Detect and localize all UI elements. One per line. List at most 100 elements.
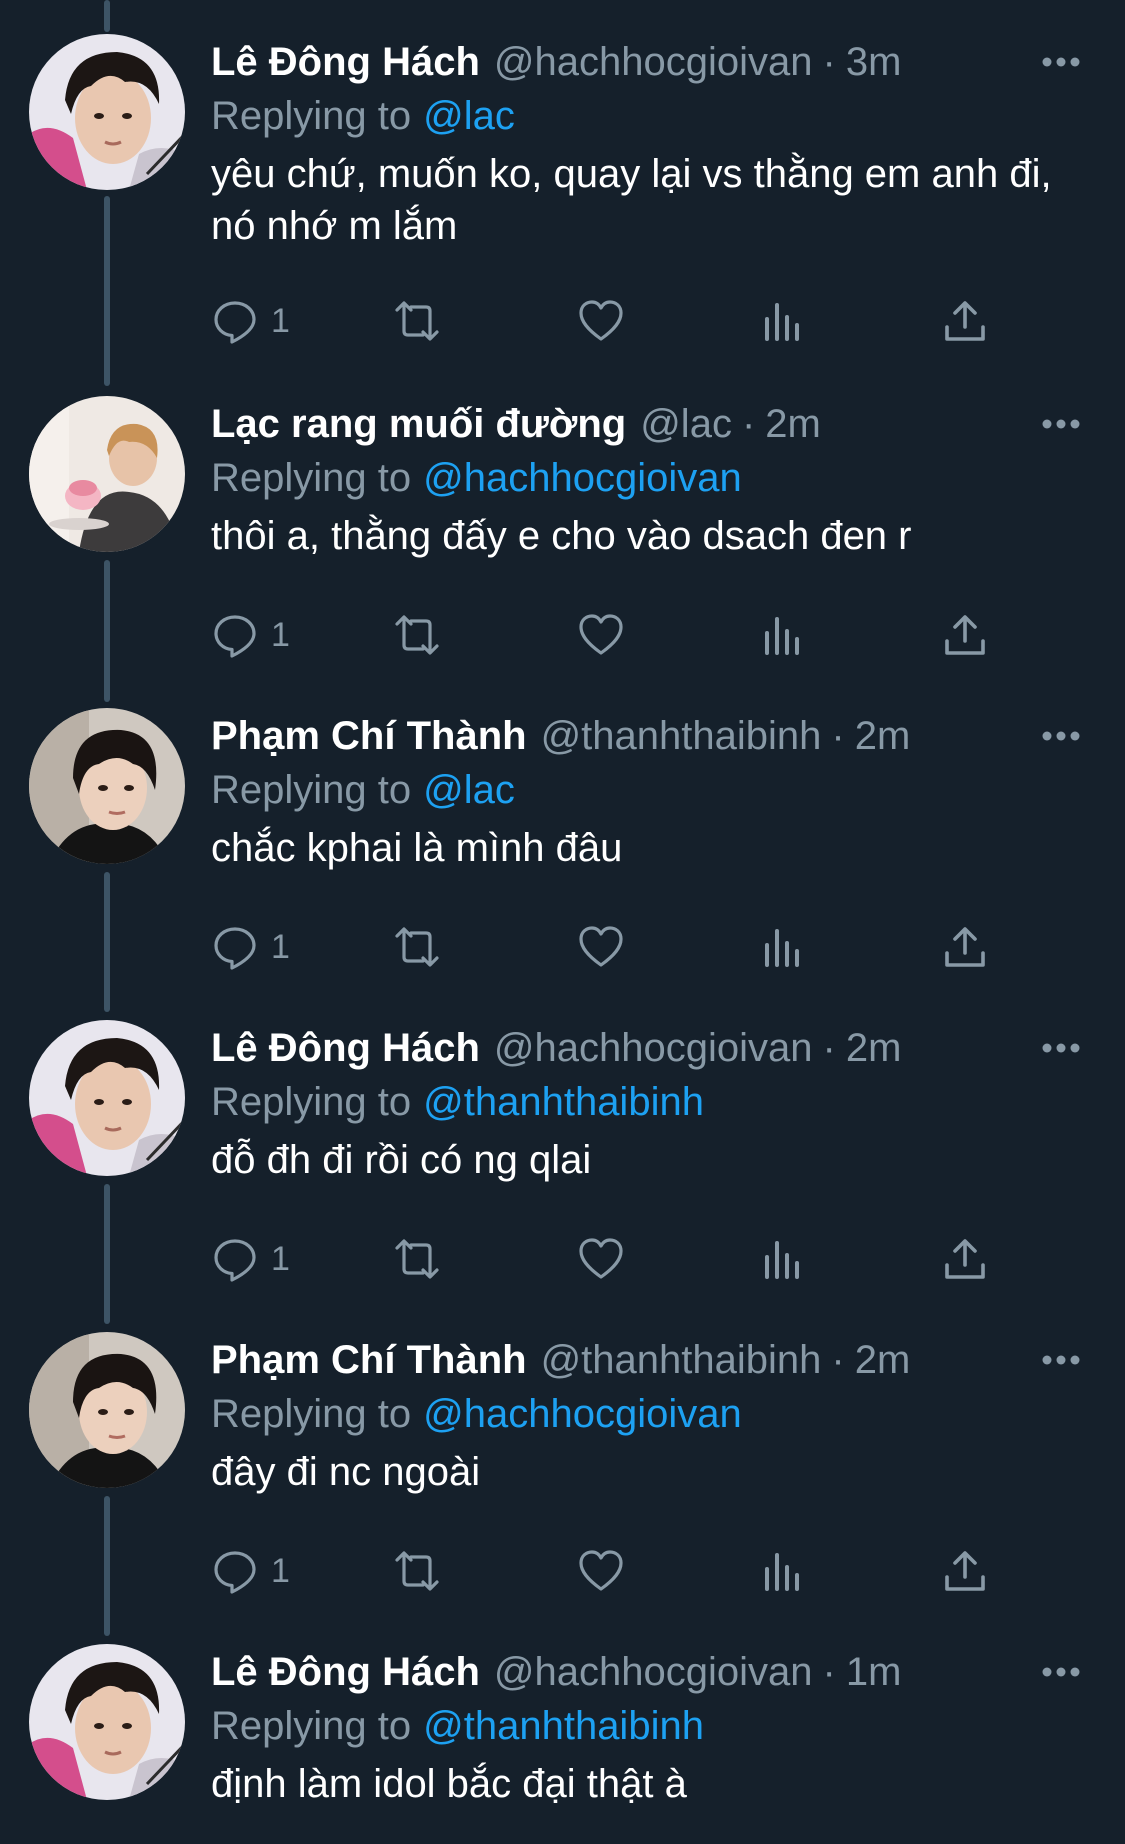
avatar[interactable] bbox=[29, 1644, 185, 1800]
share-icon bbox=[945, 615, 985, 655]
timestamp[interactable]: 1m bbox=[846, 1644, 902, 1700]
reply-count: 1 bbox=[271, 1551, 290, 1590]
tweet[interactable]: Lê Đông Hách @hachhocgioivan · 3m Replyi… bbox=[0, 34, 1125, 354]
more-button[interactable] bbox=[1037, 1024, 1085, 1072]
timestamp[interactable]: 2m bbox=[855, 1332, 911, 1388]
like-button[interactable] bbox=[577, 608, 625, 662]
avatar[interactable] bbox=[29, 396, 185, 552]
avatar[interactable] bbox=[29, 34, 185, 190]
analytics-icon bbox=[765, 1553, 799, 1591]
more-button[interactable] bbox=[1037, 400, 1085, 448]
share-button[interactable] bbox=[941, 1232, 989, 1286]
more-icon bbox=[1042, 1043, 1080, 1053]
thread-line bbox=[104, 0, 110, 32]
tweet-text: chắc kphai là mình đâu bbox=[211, 826, 623, 870]
user-handle[interactable]: @hachhocgioivan bbox=[494, 34, 813, 90]
timestamp[interactable]: 2m bbox=[846, 1020, 902, 1076]
like-button[interactable] bbox=[577, 294, 625, 348]
retweet-button[interactable] bbox=[393, 608, 441, 662]
user-handle[interactable]: @thanhthaibinh bbox=[541, 1332, 822, 1388]
replying-to-link[interactable]: @thanhthaibinh bbox=[423, 1080, 704, 1124]
display-name[interactable]: Lê Đông Hách bbox=[211, 34, 480, 90]
reply-count: 1 bbox=[271, 615, 290, 654]
reply-count: 1 bbox=[271, 927, 290, 966]
timestamp[interactable]: 3m bbox=[846, 34, 902, 90]
user-handle[interactable]: @hachhocgioivan bbox=[494, 1020, 813, 1076]
share-button[interactable] bbox=[941, 294, 989, 348]
display-name[interactable]: Phạm Chí Thành bbox=[211, 708, 527, 764]
more-icon bbox=[1042, 1355, 1080, 1365]
share-button[interactable] bbox=[941, 608, 989, 662]
heart-icon bbox=[579, 300, 623, 341]
like-button[interactable] bbox=[577, 1544, 625, 1598]
tweet[interactable]: Lê Đông Hách @hachhocgioivan · 1m Replyi… bbox=[0, 1644, 1125, 1844]
share-button[interactable] bbox=[941, 920, 989, 974]
share-button[interactable] bbox=[941, 1544, 989, 1598]
analytics-button[interactable] bbox=[759, 920, 807, 974]
avatar[interactable] bbox=[29, 1020, 185, 1176]
reply-icon bbox=[214, 1551, 256, 1594]
reply-button[interactable]: 1 bbox=[211, 294, 290, 348]
avatar-boy-dark-hair-icon bbox=[29, 1332, 185, 1488]
more-button[interactable] bbox=[1037, 1648, 1085, 1696]
analytics-button[interactable] bbox=[759, 294, 807, 348]
more-button[interactable] bbox=[1037, 1336, 1085, 1384]
reply-button[interactable]: 1 bbox=[211, 920, 290, 974]
analytics-button[interactable] bbox=[759, 608, 807, 662]
retweet-button[interactable] bbox=[393, 1232, 441, 1286]
retweet-icon bbox=[395, 927, 439, 967]
analytics-icon bbox=[765, 617, 799, 655]
replying-to-label: Replying to bbox=[211, 94, 412, 138]
replying-to-link[interactable]: @lac bbox=[423, 768, 515, 812]
separator: · bbox=[741, 402, 756, 446]
tweet-text: đây đi nc ngoài bbox=[211, 1450, 481, 1494]
display-name[interactable]: Lê Đông Hách bbox=[211, 1020, 480, 1076]
replying-to: Replying to @thanhthaibinh bbox=[211, 1076, 1085, 1128]
tweet[interactable]: Phạm Chí Thành @thanhthaibinh · 2m Reply… bbox=[0, 708, 1125, 988]
display-name[interactable]: Lạc rang muối đường bbox=[211, 396, 626, 452]
reply-button[interactable]: 1 bbox=[211, 1232, 290, 1286]
reply-button[interactable]: 1 bbox=[211, 608, 290, 662]
timestamp[interactable]: 2m bbox=[855, 708, 911, 764]
retweet-icon bbox=[395, 301, 439, 341]
separator: · bbox=[831, 1338, 845, 1382]
share-icon bbox=[945, 1551, 985, 1591]
tweet[interactable]: Lê Đông Hách @hachhocgioivan · 2m Replyi… bbox=[0, 1020, 1125, 1300]
tweet[interactable]: Lạc rang muối đường @lac · 2m Replying t… bbox=[0, 396, 1125, 676]
avatar-boy-dark-hair-icon bbox=[29, 708, 185, 864]
analytics-button[interactable] bbox=[759, 1544, 807, 1598]
avatar[interactable] bbox=[29, 708, 185, 864]
display-name[interactable]: Phạm Chí Thành bbox=[211, 1332, 527, 1388]
like-button[interactable] bbox=[577, 1232, 625, 1286]
avatar-boy-pink-hoodie-icon bbox=[29, 1020, 185, 1176]
avatar[interactable] bbox=[29, 1332, 185, 1488]
separator: · bbox=[822, 1650, 836, 1694]
retweet-button[interactable] bbox=[393, 294, 441, 348]
more-button[interactable] bbox=[1037, 38, 1085, 86]
replying-to: Replying to @lac bbox=[211, 764, 1085, 816]
timestamp[interactable]: 2m bbox=[765, 396, 821, 452]
replying-to-link[interactable]: @lac bbox=[423, 94, 515, 138]
retweet-button[interactable] bbox=[393, 1544, 441, 1598]
display-name[interactable]: Lê Đông Hách bbox=[211, 1644, 480, 1700]
like-button[interactable] bbox=[577, 920, 625, 974]
replying-to-label: Replying to bbox=[211, 1704, 412, 1748]
avatar-boy-pink-hoodie-icon bbox=[29, 34, 185, 190]
analytics-button[interactable] bbox=[759, 1232, 807, 1286]
user-handle[interactable]: @lac bbox=[640, 396, 732, 452]
retweet-button[interactable] bbox=[393, 920, 441, 974]
reply-icon bbox=[214, 1239, 256, 1282]
replying-to-link[interactable]: @hachhocgioivan bbox=[423, 456, 742, 500]
reply-icon bbox=[214, 927, 256, 970]
replying-to-link[interactable]: @thanhthaibinh bbox=[423, 1704, 704, 1748]
tweet[interactable]: Phạm Chí Thành @thanhthaibinh · 2m Reply… bbox=[0, 1332, 1125, 1612]
tweet-text: yêu chứ, muốn ko, quay lại vs thằng em a… bbox=[211, 152, 1052, 248]
user-handle[interactable]: @thanhthaibinh bbox=[541, 708, 822, 764]
separator: · bbox=[822, 40, 836, 84]
replying-to-link[interactable]: @hachhocgioivan bbox=[423, 1392, 742, 1436]
reply-button[interactable]: 1 bbox=[211, 1544, 290, 1598]
tweet-header: Phạm Chí Thành @thanhthaibinh · 2m bbox=[211, 708, 1085, 764]
retweet-icon bbox=[395, 1551, 439, 1591]
user-handle[interactable]: @hachhocgioivan bbox=[494, 1644, 813, 1700]
more-button[interactable] bbox=[1037, 712, 1085, 760]
